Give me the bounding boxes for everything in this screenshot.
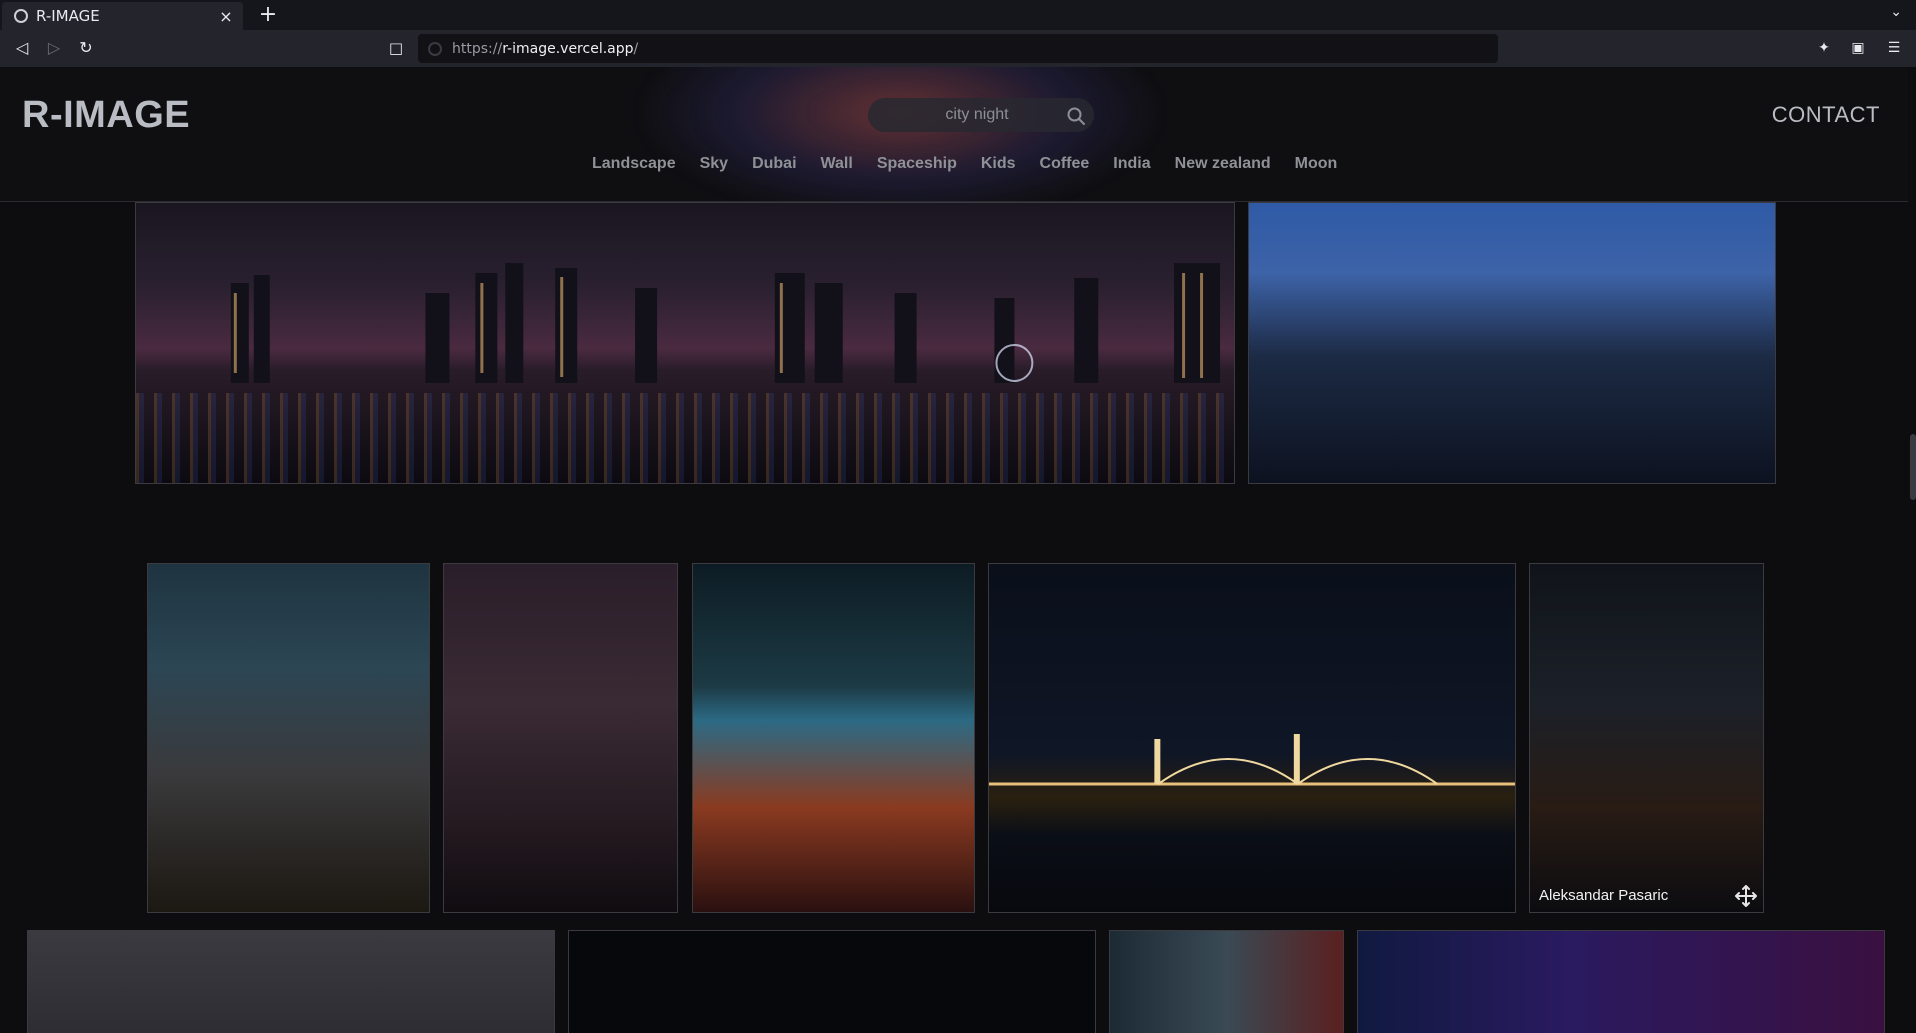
category-moon[interactable]: Moon xyxy=(1295,155,1338,173)
loading-icon xyxy=(14,9,28,23)
site-header: R-IMAGE CONTACT Landscape Sky Dubai Wall… xyxy=(0,67,1908,202)
page-content: R-IMAGE CONTACT Landscape Sky Dubai Wall… xyxy=(0,67,1916,1033)
category-landscape[interactable]: Landscape xyxy=(592,155,676,173)
search-input[interactable] xyxy=(892,98,1062,132)
new-tab-button[interactable]: + xyxy=(255,2,281,28)
category-dubai[interactable]: Dubai xyxy=(752,155,796,173)
url-scheme: https:// xyxy=(452,40,503,57)
search-box xyxy=(868,98,1094,132)
category-coffee[interactable]: Coffee xyxy=(1040,155,1090,173)
category-wall[interactable]: Wall xyxy=(821,155,853,173)
url-text: https://r-image.vercel.app/ xyxy=(452,41,638,57)
scrollbar-thumb[interactable] xyxy=(1910,434,1916,500)
category-kids[interactable]: Kids xyxy=(981,155,1016,173)
chevron-down-icon[interactable]: ⌄ xyxy=(1890,4,1902,20)
category-sky[interactable]: Sky xyxy=(700,155,728,173)
gallery-photo-night-sky-moon[interactable] xyxy=(568,930,1096,1033)
back-button[interactable]: ◁ xyxy=(10,36,34,60)
gallery-photo-neon-tower[interactable]: Aleksandar Pasaric xyxy=(1529,563,1764,913)
skyline-silhouette xyxy=(230,263,1221,383)
bridge-silhouette xyxy=(989,734,1515,786)
category-new-zealand[interactable]: New zealand xyxy=(1175,155,1271,173)
browser-tab-bar: R-IMAGE × + ⌄ xyxy=(0,0,1916,30)
search-icon[interactable] xyxy=(1066,106,1086,126)
tab-title: R-IMAGE xyxy=(36,7,100,25)
gallery-photo-twin-towers[interactable] xyxy=(27,930,555,1033)
gallery-photo-glass-towers[interactable] xyxy=(147,563,430,913)
forward-button[interactable]: ▷ xyxy=(42,36,66,60)
gallery-photo-skyline-waterfront[interactable] xyxy=(135,202,1235,484)
category-india[interactable]: India xyxy=(1113,155,1150,173)
gallery-photo-manhattan-aerial[interactable] xyxy=(1248,202,1776,484)
url-host: r-image.vercel.app xyxy=(502,40,634,57)
gallery-photo-neon-street[interactable] xyxy=(1109,930,1344,1033)
menu-icon[interactable]: ☰ xyxy=(1882,36,1906,60)
bookmark-icon[interactable]: □ xyxy=(386,36,406,60)
browser-nav-bar: ◁ ▷ ↻ □ https://r-image.vercel.app/ ✦ ▣ … xyxy=(0,30,1916,67)
contact-link[interactable]: CONTACT xyxy=(1772,102,1880,128)
gallery-photo-rainbow-bridge[interactable] xyxy=(988,563,1516,913)
close-tab-icon[interactable]: × xyxy=(215,7,237,26)
browser-tab[interactable]: R-IMAGE × xyxy=(2,2,243,30)
move-icon[interactable] xyxy=(1735,885,1757,907)
gallery-photo-purple-skyscraper[interactable] xyxy=(1357,930,1885,1033)
photographer-credit: Aleksandar Pasaric xyxy=(1539,887,1669,904)
category-spaceship[interactable]: Spaceship xyxy=(877,155,957,173)
url-path: / xyxy=(633,40,639,57)
site-logo[interactable]: R-IMAGE xyxy=(22,94,190,137)
water-reflection xyxy=(136,393,1234,483)
extensions-icon[interactable]: ✦ xyxy=(1812,36,1836,60)
reload-button[interactable]: ↻ xyxy=(74,36,98,60)
site-info-icon[interactable] xyxy=(428,41,442,56)
header-background-glow xyxy=(640,67,1160,201)
category-nav: Landscape Sky Dubai Wall Spaceship Kids … xyxy=(592,155,1337,173)
address-bar[interactable]: https://r-image.vercel.app/ xyxy=(418,34,1498,63)
gallery-photo-city-grid-lights[interactable] xyxy=(692,563,975,913)
wallet-icon[interactable]: ▣ xyxy=(1846,36,1870,60)
gallery-photo-street-canyon[interactable] xyxy=(443,563,678,913)
